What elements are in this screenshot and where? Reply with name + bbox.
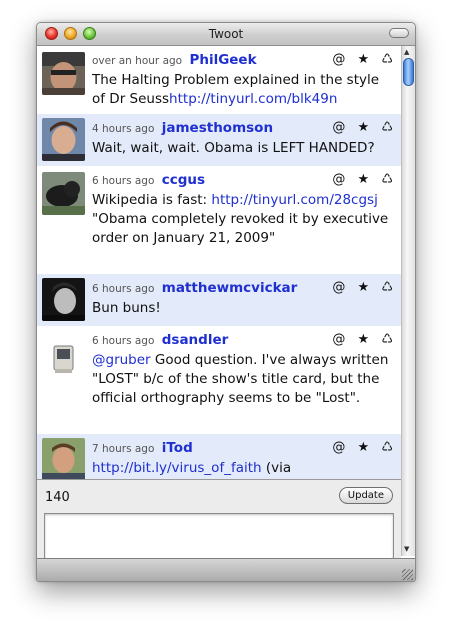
tweet-text: Wait, wait, wait. Obama is LEFT HANDED?: [92, 139, 392, 158]
tweet-username[interactable]: dsandler: [162, 332, 229, 348]
avatar[interactable]: [42, 172, 85, 215]
tweet-time: 6 hours ago: [92, 335, 155, 347]
tweet-item: 6 hours ago ccgus @ ★ ♺ Wikipedia is fas…: [37, 166, 401, 274]
tweet-meta: 6 hours ago dsandler: [92, 332, 228, 348]
reply-icon[interactable]: @: [332, 52, 345, 67]
avatar[interactable]: [42, 52, 85, 95]
retweet-icon[interactable]: ♺: [381, 440, 393, 455]
tweet-meta: 6 hours ago matthewmcvickar: [92, 280, 297, 296]
retweet-icon[interactable]: ♺: [381, 332, 393, 347]
scroll-up-arrow-icon[interactable]: ▲: [404, 48, 409, 56]
vertical-scrollbar[interactable]: ▲ ▼: [401, 46, 415, 556]
tweet-text: The Halting Problem explained in the sty…: [92, 71, 392, 109]
app-window: Twoot over an hour ago PhilGeek @ ★ ♺ Th…: [36, 22, 416, 582]
scrollbar-thumb[interactable]: [403, 58, 414, 86]
avatar[interactable]: [42, 118, 85, 161]
avatar[interactable]: [42, 278, 85, 321]
window-resize-grip-icon[interactable]: [402, 569, 413, 580]
tweet-time: 7 hours ago: [92, 443, 155, 455]
tweet-item: 6 hours ago dsandler @ ★ ♺ @gruber Good …: [37, 326, 401, 434]
tweet-username[interactable]: matthewmcvickar: [162, 280, 298, 296]
tweet-time: 6 hours ago: [92, 175, 155, 187]
tweet-timeline[interactable]: over an hour ago PhilGeek @ ★ ♺ The Halt…: [37, 46, 401, 479]
tweet-text: Bun buns!: [92, 299, 392, 318]
window-bottom-bar: [37, 558, 415, 581]
favorite-star-icon[interactable]: ★: [358, 440, 370, 455]
compose-area: 140 Update: [37, 479, 401, 571]
tweet-body-after: (via: [261, 460, 292, 476]
tweet-item: over an hour ago PhilGeek @ ★ ♺ The Halt…: [37, 46, 401, 114]
tweet-actions: @ ★ ♺: [324, 172, 393, 187]
reply-icon[interactable]: @: [332, 120, 345, 135]
tweet-text: @gruber Good question. I've always writt…: [92, 351, 392, 408]
reply-icon[interactable]: @: [332, 172, 345, 187]
tweet-meta: 7 hours ago iTod: [92, 440, 193, 456]
tweet-time: 4 hours ago: [92, 123, 155, 135]
tweet-username[interactable]: jamesthomson: [162, 120, 273, 136]
tweet-actions: @ ★ ♺: [324, 280, 393, 295]
tweet-text: http://bit.ly/virus_of_faith (via: [92, 459, 392, 478]
tweet-username[interactable]: ccgus: [162, 172, 205, 188]
tweet-actions: @ ★ ♺: [324, 440, 393, 455]
retweet-icon[interactable]: ♺: [381, 120, 393, 135]
favorite-star-icon[interactable]: ★: [358, 332, 370, 347]
tweet-username[interactable]: iTod: [162, 440, 193, 456]
title-bar[interactable]: Twoot: [37, 23, 415, 46]
retweet-icon[interactable]: ♺: [381, 52, 393, 67]
tweet-meta: 4 hours ago jamesthomson: [92, 120, 273, 136]
reply-icon[interactable]: @: [332, 440, 345, 455]
tweet-meta: 6 hours ago ccgus: [92, 172, 205, 188]
favorite-star-icon[interactable]: ★: [358, 280, 370, 295]
update-button[interactable]: Update: [338, 487, 393, 504]
tweet-item: 4 hours ago jamesthomson @ ★ ♺ Wait, wai…: [37, 114, 401, 166]
tweet-body: Bun buns!: [92, 300, 161, 316]
tweet-item: 6 hours ago matthewmcvickar @ ★ ♺ Bun bu…: [37, 274, 401, 326]
tweet-actions: @ ★ ♺: [324, 52, 393, 67]
tweet-time: 6 hours ago: [92, 283, 155, 295]
tweet-mention[interactable]: @gruber: [92, 352, 151, 368]
avatar[interactable]: [42, 438, 85, 479]
tweet-link[interactable]: http://tinyurl.com/blk49n: [169, 91, 337, 107]
tweet-body: Wait, wait, wait. Obama is LEFT HANDED?: [92, 140, 375, 156]
tweet-link[interactable]: http://tinyurl.com/28cgsj: [211, 192, 377, 208]
favorite-star-icon[interactable]: ★: [358, 120, 370, 135]
character-count: 140: [45, 490, 70, 505]
tweet-link[interactable]: http://bit.ly/virus_of_faith: [92, 460, 262, 476]
reply-icon[interactable]: @: [332, 280, 345, 295]
retweet-icon[interactable]: ♺: [381, 280, 393, 295]
tweet-username[interactable]: PhilGeek: [189, 52, 256, 68]
reply-icon[interactable]: @: [332, 332, 345, 347]
tweet-text: Wikipedia is fast: http://tinyurl.com/28…: [92, 191, 392, 248]
tweet-body: Wikipedia is fast:: [92, 192, 208, 208]
window-title: Twoot: [208, 27, 244, 41]
tweet-actions: @ ★ ♺: [324, 332, 393, 347]
favorite-star-icon[interactable]: ★: [358, 172, 370, 187]
toolbar-toggle-button[interactable]: [389, 28, 409, 38]
favorite-star-icon[interactable]: ★: [358, 52, 370, 67]
tweet-item: 7 hours ago iTod @ ★ ♺ http://bit.ly/vir…: [37, 434, 401, 479]
tweet-time: over an hour ago: [92, 55, 183, 67]
scroll-down-arrow-icon[interactable]: ▼: [404, 545, 409, 553]
tweet-meta: over an hour ago PhilGeek: [92, 52, 257, 68]
retweet-icon[interactable]: ♺: [381, 172, 393, 187]
tweet-body-after: "Obama completely revoked it by executiv…: [92, 211, 389, 246]
avatar[interactable]: [42, 338, 85, 381]
tweet-actions: @ ★ ♺: [324, 120, 393, 135]
